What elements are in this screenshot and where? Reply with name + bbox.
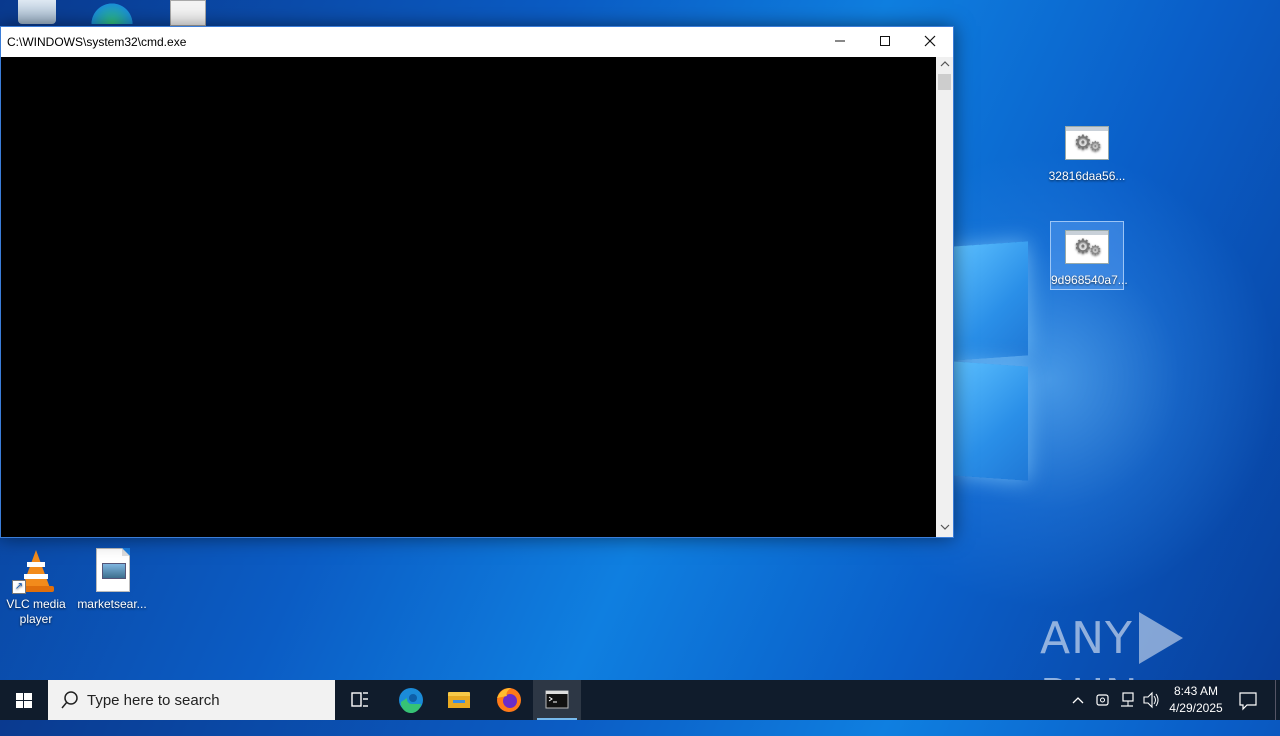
image-file-icon (88, 546, 136, 594)
wallpaper-logo-pane (952, 361, 1028, 481)
file-explorer-taskbar-button[interactable] (435, 680, 483, 720)
close-icon (924, 35, 936, 47)
taskbar-search-box[interactable]: Type here to search (48, 680, 335, 720)
vlc-icon: ↗ (12, 546, 60, 594)
camera-icon (1096, 694, 1109, 706)
minimize-button[interactable] (817, 27, 863, 57)
clock-time: 8:43 AM (1173, 684, 1219, 698)
desktop-icon-marketsear[interactable]: marketsear... (73, 546, 151, 616)
clock-date: 4/29/2025 (1169, 701, 1223, 715)
settings-file-icon: ⚙ ⚙ (1063, 222, 1111, 270)
maximize-icon (880, 36, 890, 46)
window-title: C:\WINDOWS\system32\cmd.exe (7, 35, 187, 49)
speaker-icon (1143, 691, 1159, 709)
scroll-up-arrow-icon[interactable] (936, 57, 953, 74)
wallpaper-logo-pane (952, 241, 1028, 361)
shortcut-arrow-icon: ↗ (12, 580, 26, 594)
vertical-scrollbar[interactable] (936, 57, 953, 537)
watermark-left-text: ANY (1040, 613, 1133, 664)
desktop-icon-label: 32816daa56... (1048, 169, 1126, 183)
watermark-right-text: RUN (1040, 670, 1139, 680)
minimize-icon (835, 40, 845, 42)
windows-logo-icon (16, 693, 32, 708)
edge-taskbar-button[interactable] (387, 680, 435, 720)
edge-icon (399, 688, 423, 714)
network-icon (1121, 692, 1134, 707)
desktop-icon-9d968540a7[interactable]: ⚙ ⚙ 9d968540a7... (1050, 221, 1128, 290)
notification-icon (1239, 692, 1257, 711)
firefox-icon (497, 688, 521, 712)
cmd-icon (545, 690, 569, 709)
recycle-bin-icon[interactable] (18, 0, 56, 24)
show-hidden-icons-button[interactable] (1068, 680, 1088, 720)
file-desktop-icon[interactable] (170, 0, 206, 26)
cmd-taskbar-button[interactable] (533, 680, 581, 720)
chevron-up-icon (1072, 697, 1084, 704)
desktop-icon-vlc[interactable]: ↗ VLC media player (0, 546, 75, 630)
show-desktop-button[interactable] (1275, 680, 1280, 720)
taskbar: Type here to search 8:43 AM 4/29/2025 (0, 680, 1280, 720)
console-area[interactable] (1, 57, 936, 537)
meet-now-button[interactable] (1093, 680, 1113, 720)
task-view-icon (351, 692, 368, 707)
scroll-thumb[interactable] (938, 74, 951, 90)
taskbar-clock[interactable]: 8:43 AM 4/29/2025 (1160, 683, 1232, 717)
start-button[interactable] (0, 680, 48, 720)
title-bar[interactable]: C:\WINDOWS\system32\cmd.exe (1, 27, 953, 57)
anyrun-watermark: ANY RUN (1040, 612, 1280, 680)
edge-desktop-icon[interactable] (88, 0, 136, 24)
desktop-icon-label: marketsear... (77, 597, 147, 611)
close-button[interactable] (907, 27, 953, 57)
network-button[interactable] (1116, 680, 1138, 720)
maximize-button[interactable] (862, 27, 908, 57)
desktop-icon-label: 9d968540a7... (1051, 273, 1128, 287)
file-explorer-icon (448, 692, 470, 708)
volume-button[interactable] (1140, 680, 1162, 720)
task-view-button[interactable] (336, 680, 384, 720)
search-icon (61, 691, 78, 709)
firefox-taskbar-button[interactable] (485, 680, 533, 720)
play-icon (1138, 612, 1183, 664)
action-center-button[interactable] (1236, 680, 1260, 720)
cmd-window[interactable]: C:\WINDOWS\system32\cmd.exe (0, 26, 954, 538)
desktop-icon-32816daa56[interactable]: ⚙ ⚙ 32816daa56... (1048, 118, 1126, 184)
settings-file-icon: ⚙ ⚙ (1063, 118, 1111, 166)
desktop-icon-label: VLC media player (6, 597, 66, 626)
search-placeholder: Type here to search (87, 692, 220, 709)
scroll-down-arrow-icon[interactable] (936, 520, 953, 537)
